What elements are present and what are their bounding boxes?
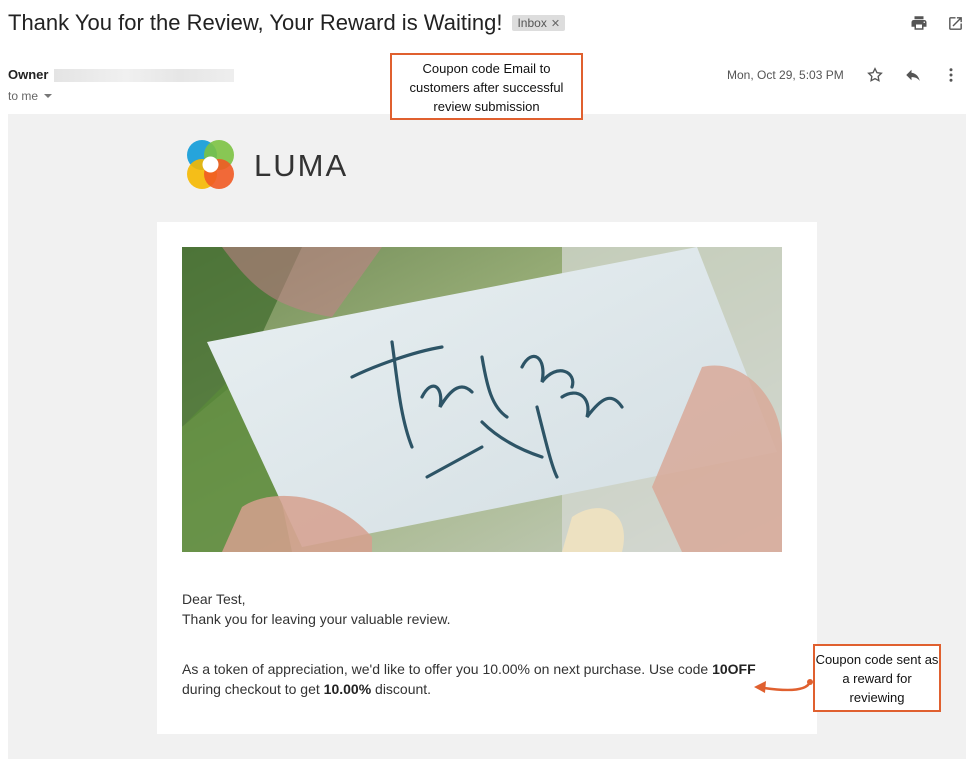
redacted-sender-address [54, 69, 234, 82]
recipient-line[interactable]: to me [8, 89, 53, 103]
subject-text: Thank You for the Review, Your Reward is… [8, 10, 503, 35]
offer-middle: during checkout to get [182, 681, 324, 697]
annotation-arrow-icon [754, 679, 813, 693]
email-subject: Thank You for the Review, Your Reward is… [8, 10, 566, 36]
brand-logo: LUMA [183, 138, 348, 193]
close-icon[interactable]: ✕ [551, 17, 560, 30]
discount-value: 10.00% [323, 681, 372, 697]
luma-logo-icon [187, 140, 234, 189]
brand-name: LUMA [254, 147, 349, 183]
offer-prefix: As a token of appreciation, we'd like to… [182, 661, 713, 677]
coupon-code: 10OFF [712, 661, 756, 677]
annotation-top: Coupon code Email to customers after suc… [390, 53, 583, 120]
offer-suffix: discount. [371, 681, 432, 697]
annotation-side: Coupon code sent as a reward for reviewi… [813, 644, 941, 712]
reply-icon[interactable] [904, 66, 922, 84]
open-in-new-window-icon[interactable] [946, 14, 964, 32]
inbox-label-text: Inbox [517, 16, 547, 30]
top-actions [910, 14, 964, 32]
inbox-label-chip[interactable]: Inbox ✕ [512, 15, 566, 31]
email-date: Mon, Oct 29, 5:03 PM [727, 68, 844, 82]
sender-name[interactable]: Owner [8, 67, 48, 82]
thanks-line: Thank you for leaving your valuable revi… [182, 611, 451, 627]
greeting: Dear Test, [182, 591, 246, 607]
recipient-text: to me [8, 89, 39, 103]
print-icon[interactable] [910, 14, 928, 32]
thank-you-card-image [182, 247, 782, 552]
message-actions [866, 66, 960, 84]
offer-paragraph: As a token of appreciation, we'd like to… [182, 659, 792, 699]
more-vertical-icon[interactable] [942, 66, 960, 84]
star-icon[interactable] [866, 66, 884, 84]
chevron-down-icon[interactable] [44, 94, 53, 98]
